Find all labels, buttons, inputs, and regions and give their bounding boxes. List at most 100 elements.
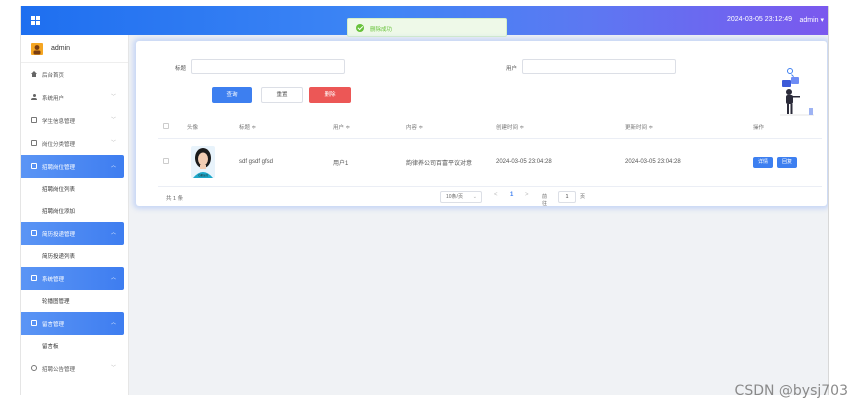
sidebar-subitem-label: 简历投递列表: [42, 254, 76, 260]
document-icon: [31, 140, 37, 146]
detail-button[interactable]: 详情: [753, 156, 774, 168]
table-row: Gilbert sdf gsdf gfsd 用户1 韵律养公司百富平议对意 20…: [158, 138, 822, 187]
total-count: 共 1 条: [166, 196, 184, 202]
delete-button[interactable]: 删除: [309, 87, 351, 103]
chevron-down-icon: ﹀: [110, 365, 116, 371]
person-illustration-icon: [780, 77, 814, 116]
current-page-number[interactable]: 1: [510, 192, 513, 198]
sidebar-item-announcements[interactable]: 招聘公告管理 ﹀: [21, 357, 124, 380]
chevron-down-icon: ﹀: [110, 117, 116, 123]
sidebar-item-label: 系统管理: [42, 277, 65, 283]
column-header[interactable]: 用户 ≑: [328, 116, 401, 139]
avatar-cell: Gilbert: [182, 138, 234, 187]
app-frame: 2024-03-05 23:12:49 admin ▾ 删除成功 admin 后…: [20, 6, 829, 395]
sidebar-subitem-carousel[interactable]: 轮播图管理: [21, 290, 128, 312]
sidebar-item-label: 招聘岗位管理: [42, 165, 76, 171]
page-size-value: 10条/页: [446, 194, 463, 200]
sidebar-item-resumes[interactable]: 简历投递管理 ︿: [21, 222, 124, 245]
column-header[interactable]: 创建时间 ≑: [491, 116, 620, 139]
settings-icon: [31, 275, 37, 281]
user-filter-input[interactable]: [522, 59, 676, 74]
sidebar-item-students[interactable]: 学生信息管理 ﹀: [21, 109, 124, 132]
goto-label: 前往: [542, 194, 548, 207]
column-header[interactable]: 标题 ≑: [234, 116, 328, 139]
sidebar-item-label: 系统用户: [42, 96, 65, 102]
chevron-up-icon: ︿: [110, 275, 116, 281]
reply-button[interactable]: 回复: [777, 156, 798, 168]
sidebar: admin 后台首页 系统用户 ﹀ 学生信息管理 ﹀ 岗位分类管理 ﹀ 招聘岗位…: [21, 35, 129, 395]
sidebar-subitem-message-board[interactable]: 留言板: [21, 335, 128, 357]
sidebar-subitem-label: 招聘岗位列表: [42, 187, 76, 193]
select-all-header[interactable]: [158, 116, 182, 139]
chevron-down-icon: ﹀: [110, 94, 116, 100]
toast-message: 删除成功: [370, 27, 393, 33]
user-menu[interactable]: admin ▾: [799, 16, 824, 24]
user-avatar-icon: [31, 43, 43, 55]
chevron-down-icon: ⌄: [472, 194, 477, 200]
sidebar-item-job-categories[interactable]: 岗位分类管理 ﹀: [21, 132, 124, 155]
clock-icon: [31, 365, 37, 371]
table-header-row: 头像 标题 ≑ 用户 ≑ 内容 ≑ 创建时间 ≑ 更新时间 ≑ 操作: [158, 116, 822, 139]
sidebar-item-label: 留言管理: [42, 322, 65, 328]
user-cell: 用户1: [328, 138, 401, 187]
prev-page-button[interactable]: <: [494, 192, 498, 198]
datetime-display: 2024-03-05 23:12:49: [727, 16, 792, 23]
select-all-checkbox[interactable]: [163, 122, 169, 129]
content-cell: 韵律养公司百富平议对意: [401, 138, 491, 187]
check-circle-icon: [356, 24, 364, 32]
message-table: 头像 标题 ≑ 用户 ≑ 内容 ≑ 创建时间 ≑ 更新时间 ≑ 操作 Gilbe…: [158, 116, 822, 187]
actions-cell: 详情 回复: [748, 138, 822, 187]
message-icon: [31, 320, 37, 326]
sidebar-subitem-job-list[interactable]: 招聘岗位列表: [21, 178, 128, 200]
row-select-cell[interactable]: [158, 138, 182, 187]
sidebar-item-home[interactable]: 后台首页: [21, 63, 124, 86]
reset-button[interactable]: 重置: [261, 87, 303, 103]
chevron-up-icon: ︿: [110, 163, 116, 169]
menu-grid-icon[interactable]: [31, 16, 40, 25]
sidebar-item-label: 学生信息管理: [42, 119, 76, 125]
sidebar-subitem-label: 轮播图管理: [42, 299, 70, 305]
user-filter-label: 用户: [506, 66, 518, 72]
goto-unit-label: 页: [580, 194, 586, 200]
title-filter-label: 标题: [175, 66, 187, 72]
sidebar-item-label: 岗位分类管理: [42, 142, 76, 148]
sidebar-item-jobs[interactable]: 招聘岗位管理 ︿: [21, 155, 124, 178]
sidebar-item-messages[interactable]: 留言管理 ︿: [21, 312, 124, 335]
column-header[interactable]: 更新时间 ≑: [620, 116, 748, 139]
sidebar-item-system-users[interactable]: 系统用户 ﹀: [21, 86, 124, 109]
updated-time-cell: 2024-03-05 23:04:28: [620, 138, 748, 187]
sidebar-item-system[interactable]: 系统管理 ︿: [21, 267, 124, 290]
avatar: Gilbert: [191, 146, 215, 178]
title-filter-input[interactable]: [191, 59, 345, 74]
sidebar-subitem-label: 招聘岗位添加: [42, 209, 76, 215]
column-header: 操作: [748, 116, 822, 139]
column-header: 头像: [182, 116, 234, 139]
sidebar-subitem-job-add[interactable]: 招聘岗位添加: [21, 200, 128, 222]
message-list-card: 标题 用户 查询 重置 删除 头像 标题 ≑ 用户 ≑ 内容 ≑ 创建时间 ≑ …: [136, 41, 827, 207]
search-button[interactable]: 查询: [212, 87, 252, 103]
csdn-watermark: CSDN @bysj703: [734, 383, 848, 399]
home-icon: [31, 71, 37, 77]
photo-caption: Gilbert: [198, 174, 208, 178]
sidebar-item-label: 后台首页: [42, 73, 65, 79]
sidebar-username: admin: [51, 45, 71, 52]
sidebar-item-label: 简历投递管理: [42, 232, 76, 238]
success-toast: 删除成功: [347, 18, 507, 37]
page-size-select[interactable]: 10条/页 ⌄: [440, 191, 482, 203]
column-header[interactable]: 内容 ≑: [401, 116, 491, 139]
sidebar-subitem-resume-list[interactable]: 简历投递列表: [21, 245, 128, 267]
goto-page-input[interactable]: 1: [558, 191, 576, 203]
document-icon: [31, 230, 37, 236]
sidebar-subitem-label: 留言板: [42, 344, 59, 350]
chevron-up-icon: ︿: [110, 320, 116, 326]
chevron-down-icon: ﹀: [110, 140, 116, 146]
sidebar-user: admin: [21, 35, 128, 63]
chevron-up-icon: ︿: [110, 230, 116, 236]
sidebar-item-label: 招聘公告管理: [42, 367, 76, 373]
next-page-button[interactable]: >: [525, 192, 529, 198]
title-cell: sdf gsdf gfsd: [234, 138, 328, 187]
document-icon: [31, 117, 37, 123]
row-checkbox[interactable]: [163, 158, 169, 164]
document-icon: [31, 163, 37, 169]
created-time-cell: 2024-03-05 23:04:28: [491, 138, 620, 187]
